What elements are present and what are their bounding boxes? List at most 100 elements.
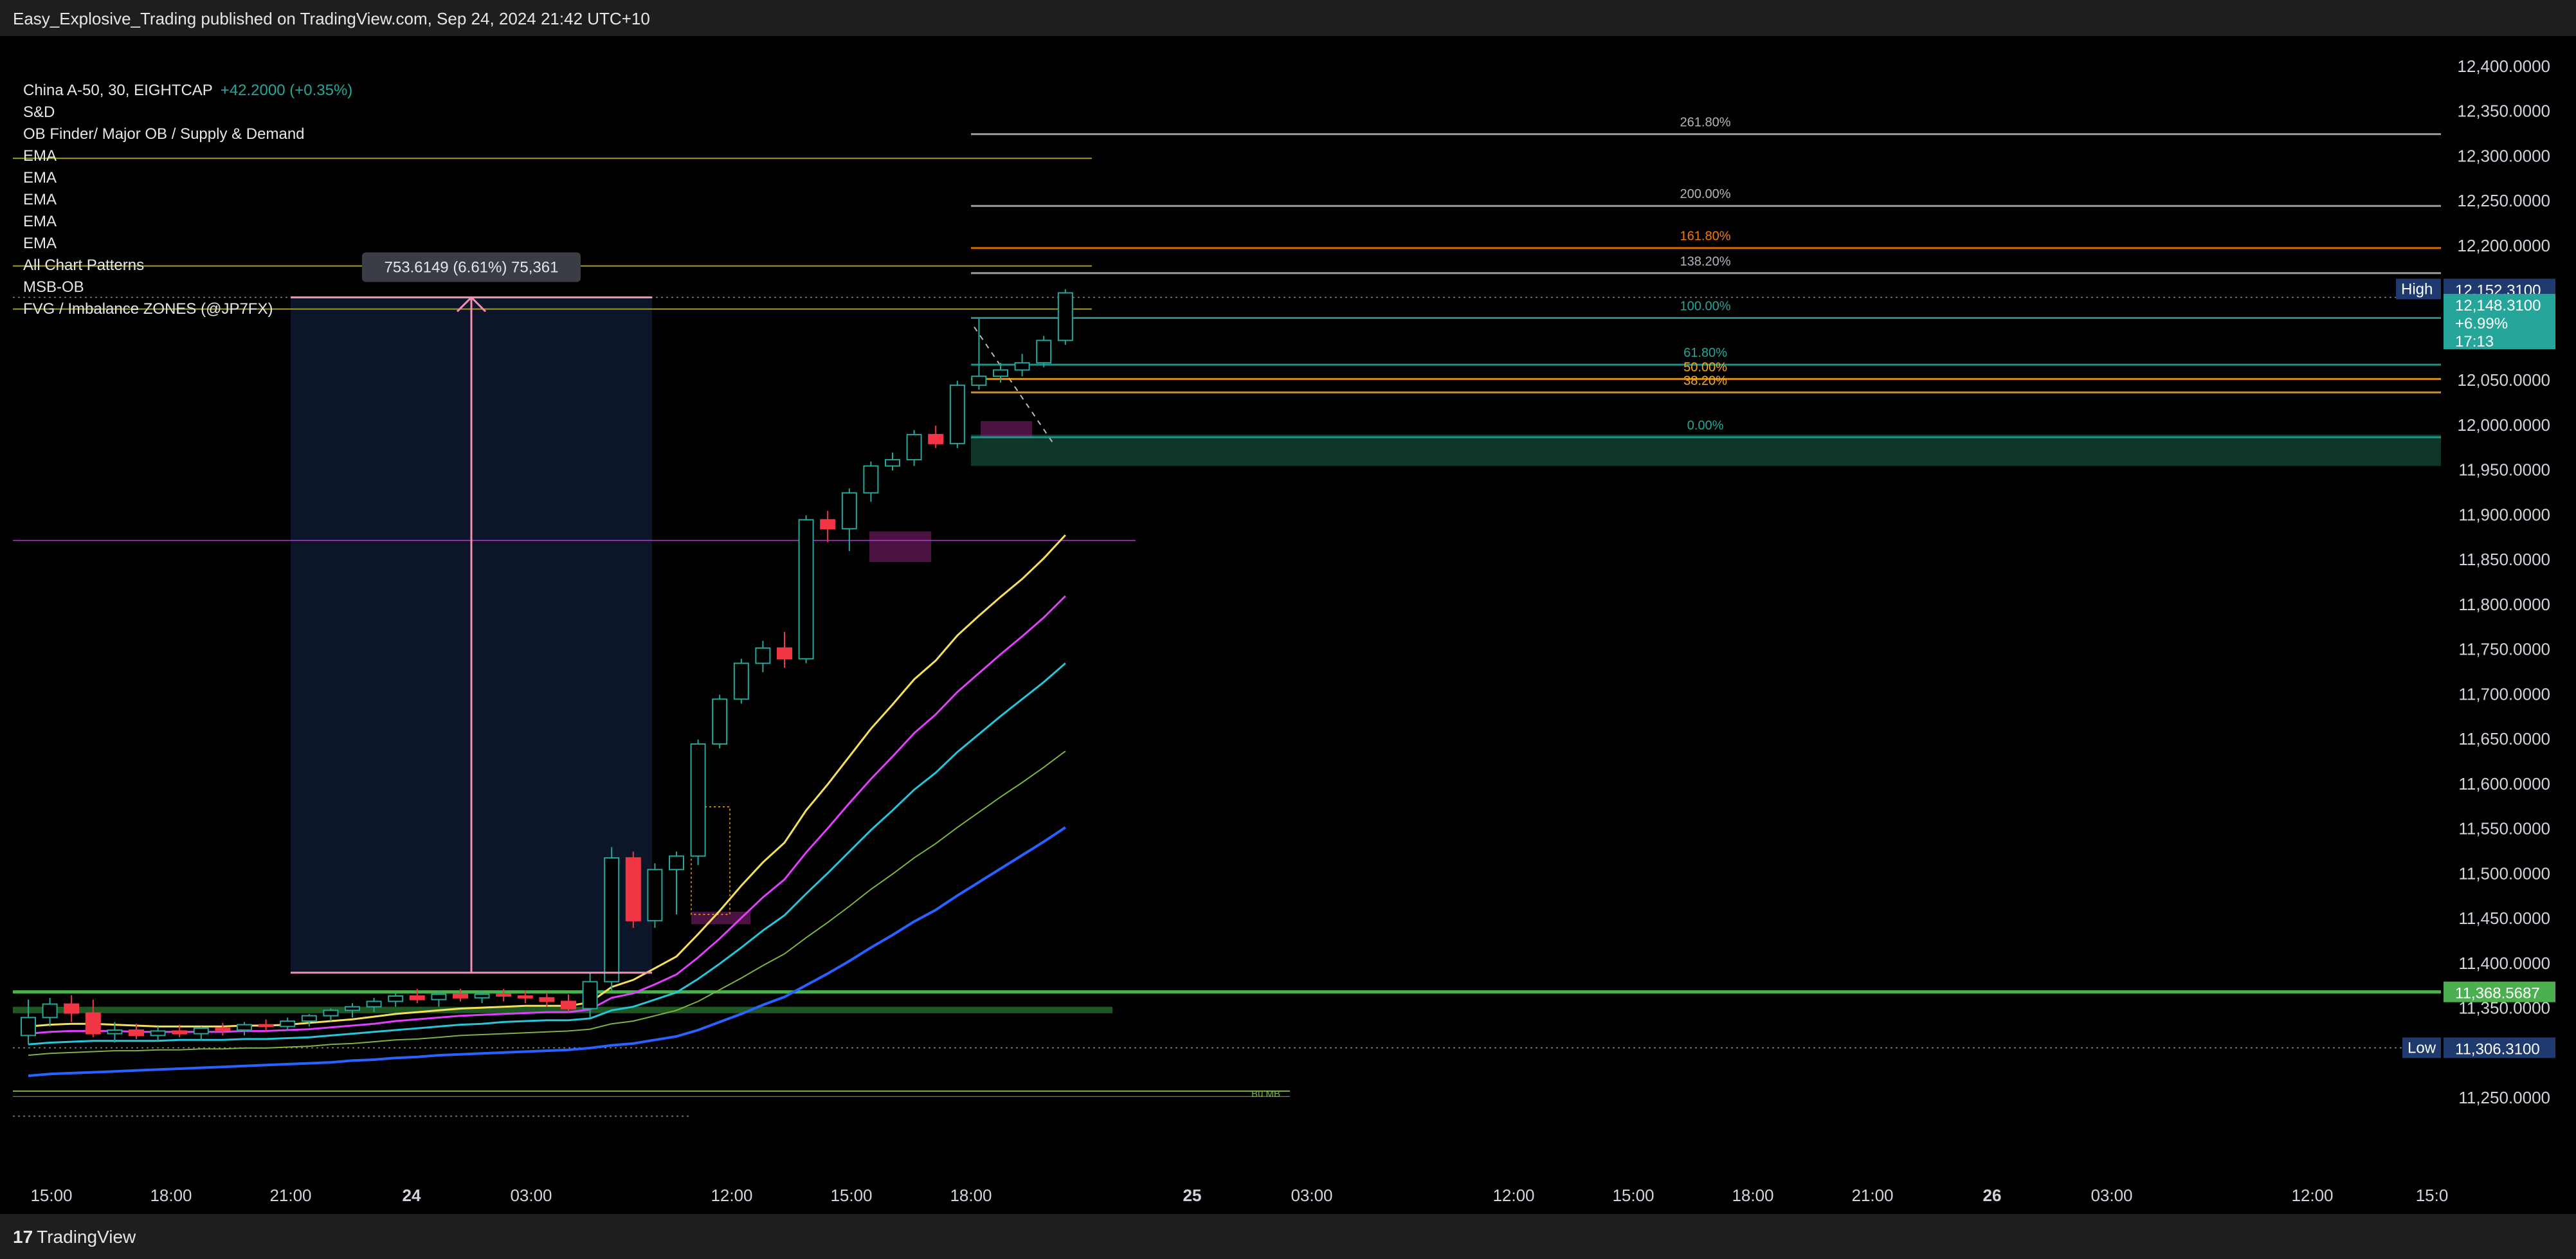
legend-indicator[interactable]: EMA	[23, 233, 352, 255]
fib-level-label: 200.00%	[1680, 187, 1731, 201]
legend-symbol[interactable]: China A-50, 30, EIGHTCAP	[23, 82, 213, 99]
candle-body[interactable]	[21, 1017, 36, 1037]
fib-level-label: 261.80%	[1680, 116, 1731, 130]
candle-body[interactable]	[1057, 292, 1073, 341]
time-tick: 24	[403, 1186, 421, 1205]
time-tick: 21:00	[269, 1186, 311, 1205]
candle-body[interactable]	[971, 376, 987, 386]
time-axis: 15:00 18:00 21:00 24 03:00 12:00 15:00 18:00 25 0…	[30, 1186, 2448, 1205]
publish-header: Easy_Explosive_Trading published on Trad…	[0, 0, 2576, 36]
candle-body[interactable]	[669, 855, 684, 871]
candle-body[interactable]	[755, 647, 771, 664]
legend-indicator[interactable]: All Chart Patterns	[23, 255, 352, 276]
candle-body[interactable]	[539, 997, 555, 1002]
candle-body[interactable]	[993, 369, 1008, 377]
price-tick: 11,550.0000	[2458, 819, 2550, 838]
legend-indicator[interactable]: OB Finder/ Major OB / Supply & Demand	[23, 123, 352, 145]
candle-body[interactable]	[193, 1028, 209, 1035]
high-label: High	[2401, 280, 2433, 298]
price-tick: 11,900.0000	[2458, 505, 2550, 524]
candle-body[interactable]	[474, 993, 490, 999]
candle-body[interactable]	[561, 1001, 576, 1010]
time-tick: 18:00	[1732, 1186, 1773, 1205]
price-tick: 11,950.0000	[2458, 460, 2550, 480]
last-price-tag-text: 12,148.3100	[2455, 297, 2541, 314]
candle-body[interactable]	[64, 1003, 80, 1014]
price-tick: 11,250.0000	[2458, 1088, 2550, 1107]
time-tick: 15:00	[830, 1186, 872, 1205]
candle-body[interactable]	[237, 1024, 252, 1031]
fib-level-label: 138.20%	[1680, 255, 1731, 269]
candle-body[interactable]	[1014, 362, 1030, 371]
candle-body[interactable]	[690, 743, 706, 857]
candle-body[interactable]	[345, 1006, 360, 1011]
candle-body[interactable]	[820, 519, 836, 530]
price-tick: 12,000.0000	[2457, 415, 2550, 435]
bu-mb-label: Bu MB	[1251, 1089, 1280, 1100]
candle-body[interactable]	[409, 995, 425, 1001]
candle-body[interactable]	[366, 1001, 382, 1008]
price-chart[interactable]: Bu MB 261.80% 200.00% 161.80% 138.20% 100.00…	[0, 36, 2576, 1214]
candle-body[interactable]	[85, 1012, 101, 1035]
candle-body[interactable]	[150, 1030, 166, 1037]
price-axis: 12,400.0000 12,350.0000 12,300.0000 12,250.…	[2396, 57, 2555, 1107]
brand-name: TradingView	[37, 1227, 136, 1247]
candle-body[interactable]	[604, 857, 620, 983]
candle-body[interactable]	[215, 1028, 231, 1031]
candle-body[interactable]	[863, 465, 879, 494]
legend-indicator[interactable]: MSB-OB	[23, 276, 352, 298]
candle-body[interactable]	[885, 458, 900, 467]
candle-body[interactable]	[496, 993, 512, 997]
candle-body[interactable]	[107, 1029, 123, 1035]
tradingview-logo[interactable]: 17 TradingView	[13, 1227, 136, 1247]
footer-bar: 17 TradingView	[0, 1214, 2576, 1259]
price-tick: 11,450.0000	[2458, 909, 2550, 928]
candle-body[interactable]	[42, 1003, 58, 1019]
legend-indicator[interactable]: EMA	[23, 211, 352, 233]
candle-body[interactable]	[647, 869, 663, 921]
candle-body[interactable]	[258, 1024, 274, 1028]
legend-indicator[interactable]: EMA	[23, 189, 352, 211]
candle-body[interactable]	[625, 857, 641, 921]
demand-zone	[971, 434, 2441, 466]
candle-body[interactable]	[129, 1029, 144, 1037]
fib-level-label: 61.80%	[1683, 346, 1727, 360]
price-tick: 12,050.0000	[2457, 370, 2550, 390]
candle-body[interactable]	[280, 1020, 296, 1028]
candle-body[interactable]	[906, 433, 922, 460]
price-tick: 12,400.0000	[2457, 57, 2550, 76]
candle-body[interactable]	[323, 1010, 339, 1017]
candle-body[interactable]	[841, 492, 857, 530]
candle-body[interactable]	[928, 433, 944, 444]
candle-body[interactable]	[798, 519, 814, 660]
time-tick: 12:00	[1492, 1186, 1534, 1205]
candle-body[interactable]	[582, 981, 598, 1010]
candle-body[interactable]	[1036, 340, 1052, 364]
candle-body[interactable]	[777, 647, 792, 660]
time-tick: 12:00	[711, 1186, 752, 1205]
legend-symbol-row[interactable]: China A-50, 30, EIGHTCAP +42.2000 (+0.35%…	[23, 80, 352, 102]
time-tick: 26	[1983, 1186, 2002, 1205]
fib-retracement: 261.80% 200.00% 161.80% 138.20% 100.00% 61.80…	[971, 116, 2441, 439]
candle-body[interactable]	[172, 1030, 188, 1035]
chart-pane[interactable]: Bu MB 261.80% 200.00% 161.80% 138.20% 100.00…	[0, 36, 2576, 1214]
candle-body[interactable]	[431, 993, 447, 1001]
price-tick: 12,250.0000	[2457, 191, 2550, 210]
candle-body[interactable]	[712, 698, 728, 745]
candle-body[interactable]	[301, 1015, 317, 1022]
time-tick: 12:00	[2291, 1186, 2333, 1205]
legend-indicator[interactable]: EMA	[23, 167, 352, 189]
price-tick: 11,600.0000	[2458, 774, 2550, 793]
legend-indicator[interactable]: EMA	[23, 145, 352, 167]
legend-indicator[interactable]: S&D	[23, 102, 352, 123]
price-tick: 11,700.0000	[2458, 684, 2550, 703]
candle-body[interactable]	[733, 662, 749, 700]
candle-body[interactable]	[388, 995, 404, 1002]
candle-body[interactable]	[517, 995, 533, 999]
fib-level-label: 100.00%	[1680, 300, 1731, 314]
candle-body[interactable]	[949, 385, 965, 444]
legend-indicator[interactable]: FVG / Imbalance ZONES (@JP7FX)	[23, 298, 352, 320]
candle-body[interactable]	[453, 993, 468, 999]
last-price-tag-text: +6.99%	[2455, 315, 2508, 332]
legend: China A-50, 30, EIGHTCAP +42.2000 (+0.35%…	[23, 80, 352, 320]
